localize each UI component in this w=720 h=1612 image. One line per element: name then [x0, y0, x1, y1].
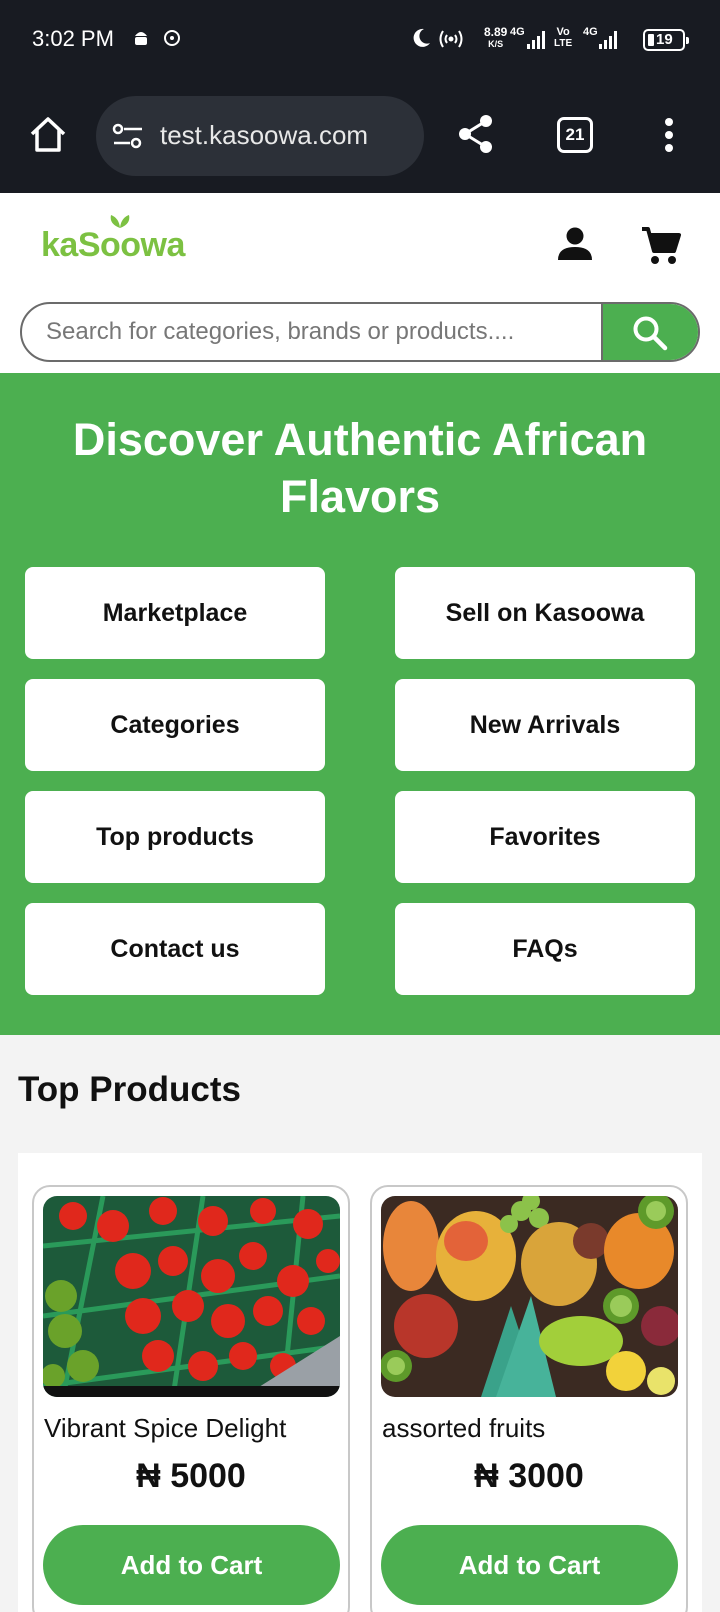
url-text[interactable]: test.kasoowa.com	[160, 120, 368, 151]
new-arrivals-button[interactable]: New Arrivals	[395, 679, 695, 771]
search-input[interactable]	[22, 304, 602, 360]
signal-icon-2	[599, 31, 617, 49]
home-icon[interactable]	[28, 114, 68, 154]
hotspot-icon	[439, 30, 463, 48]
status-bar: 3:02 PM 8.89 K/S 4G Vo LTE 4G 19	[0, 0, 720, 80]
add-to-cart-button[interactable]: Add to Cart	[43, 1525, 340, 1605]
volte-indicator: Vo LTE	[554, 26, 573, 49]
add-to-cart-button[interactable]: Add to Cart	[381, 1525, 678, 1605]
signal-icon-1	[527, 31, 545, 49]
site-settings-icon[interactable]	[112, 122, 144, 150]
search-icon	[633, 316, 668, 351]
browser-chrome: 3:02 PM 8.89 K/S 4G Vo LTE 4G 19 test.ka…	[0, 0, 720, 193]
favorites-button[interactable]: Favorites	[395, 791, 695, 883]
sell-on-kasoowa-button[interactable]: Sell on Kasoowa	[395, 567, 695, 659]
product-card[interactable]: assorted fruits ₦ 3000 Add to Cart	[370, 1185, 688, 1612]
hero-section: Discover Authentic African Flavors Marke…	[0, 373, 720, 1035]
top-products-heading: Top Products	[18, 1070, 241, 1109]
product-name[interactable]: Vibrant Spice Delight	[44, 1413, 286, 1444]
contact-us-button[interactable]: Contact us	[25, 903, 325, 995]
product-price: ₦ 5000	[136, 1457, 246, 1495]
search-button[interactable]	[601, 304, 698, 360]
marketplace-button[interactable]: Marketplace	[25, 567, 325, 659]
address-bar[interactable]: test.kasoowa.com	[96, 96, 424, 176]
network-type-2: 4G	[583, 26, 598, 38]
product-price: ₦ 3000	[474, 1457, 584, 1495]
cart-icon[interactable]	[640, 225, 682, 267]
network-type-1: 4G	[510, 26, 525, 38]
product-image-fruits[interactable]	[381, 1196, 678, 1397]
android-icon	[135, 32, 147, 45]
status-time: 3:02 PM	[32, 26, 114, 51]
product-image-peppers[interactable]	[43, 1196, 340, 1397]
top-products-button[interactable]: Top products	[25, 791, 325, 883]
sync-icon	[164, 30, 180, 46]
site-header: kaS oowa	[0, 193, 720, 373]
account-icon[interactable]	[557, 226, 593, 262]
battery-icon: 19	[643, 29, 689, 51]
faqs-button[interactable]: FAQs	[395, 903, 695, 995]
product-card[interactable]: Vibrant Spice Delight ₦ 5000 Add to Cart	[32, 1185, 350, 1612]
categories-button[interactable]: Categories	[25, 679, 325, 771]
leaf-icon	[110, 215, 130, 228]
do-not-disturb-moon-icon	[413, 28, 430, 47]
hero-title: Discover Authentic African Flavors	[72, 414, 648, 522]
kasoowa-logo[interactable]: kaS oowa	[41, 215, 185, 265]
product-name[interactable]: assorted fruits	[382, 1413, 545, 1444]
share-icon[interactable]	[456, 114, 496, 154]
search-bar	[20, 302, 700, 362]
network-speed: 8.89 K/S	[484, 25, 508, 49]
tab-switcher-button[interactable]: 21	[557, 117, 593, 153]
more-options-icon[interactable]	[664, 118, 674, 152]
battery-level: 19	[656, 31, 673, 48]
